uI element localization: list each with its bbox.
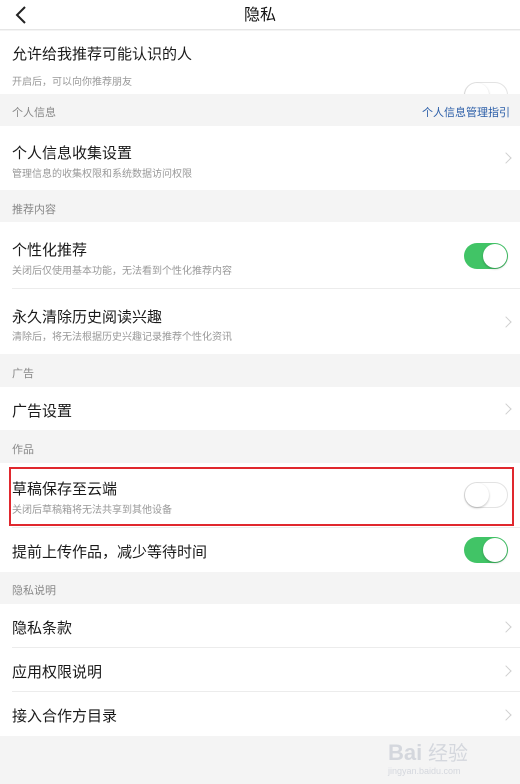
chevron-right-icon: [500, 709, 512, 721]
section-title: 推荐内容: [12, 203, 56, 216]
clear-history-row[interactable]: 永久清除历史阅读兴趣 清除后，将无法根据历史兴趣记录推荐个性化资讯: [0, 289, 520, 354]
chevron-right-icon: [500, 665, 512, 677]
section-works: 作品: [0, 430, 520, 463]
draft-cloud-toggle[interactable]: [464, 482, 508, 508]
section-ads: 广告: [0, 354, 520, 387]
recommend-people-desc: 开启后，可以向你推荐朋友: [12, 77, 132, 88]
clear-history-desc: 清除后，将无法根据历史兴趣记录推荐个性化资讯: [12, 332, 232, 343]
pre-upload-toggle[interactable]: [464, 537, 508, 563]
personalized-recommend-label: 个性化推荐: [12, 241, 88, 259]
svg-text:Bai: Bai: [388, 740, 422, 765]
draft-cloud-label: 草稿保存至云端: [12, 480, 118, 498]
privacy-terms-row[interactable]: 隐私条款: [0, 604, 520, 648]
personalized-recommend-toggle[interactable]: [464, 243, 508, 269]
pre-upload-row[interactable]: 提前上传作品，减少等待时间: [0, 528, 520, 572]
navigation-bar: 隐私: [0, 0, 520, 30]
partner-list-label: 接入合作方目录: [12, 707, 118, 725]
svg-text:经验: 经验: [428, 741, 468, 765]
personal-info-guide-link[interactable]: 个人信息管理指引: [422, 104, 510, 120]
section-title: 广告: [12, 367, 34, 380]
chevron-right-icon: [500, 403, 512, 415]
watermark-logo: Bai 经验 jingyan.baidu.com: [386, 734, 506, 778]
toggle-knob: [483, 538, 507, 562]
toggle-knob: [483, 244, 507, 268]
chevron-right-icon: [500, 316, 512, 328]
section-title: 作品: [12, 443, 34, 456]
personal-info-collect-label: 个人信息收集设置: [12, 144, 133, 162]
chevron-right-icon: [500, 621, 512, 633]
draft-cloud-row[interactable]: 草稿保存至云端 关闭后草稿箱将无法共享到其他设备: [0, 463, 520, 528]
chevron-right-icon: [500, 152, 512, 164]
draft-cloud-desc: 关闭后草稿箱将无法共享到其他设备: [12, 505, 172, 516]
toggle-knob: [465, 483, 489, 507]
svg-text:jingyan.baidu.com: jingyan.baidu.com: [387, 766, 461, 776]
pre-upload-label: 提前上传作品，减少等待时间: [12, 543, 208, 561]
ad-settings-label: 广告设置: [12, 402, 73, 420]
personalized-recommend-row[interactable]: 个性化推荐 关闭后仅使用基本功能，无法看到个性化推荐内容: [0, 222, 520, 289]
section-recommend-content: 推荐内容: [0, 190, 520, 222]
personal-info-collect-desc: 管理信息的收集权限和系统数据访问权限: [12, 169, 192, 180]
personal-info-collect-row[interactable]: 个人信息收集设置 管理信息的收集权限和系统数据访问权限: [0, 126, 520, 190]
section-title: 隐私说明: [12, 584, 56, 597]
page-title: 隐私: [243, 5, 276, 24]
personalized-recommend-desc: 关闭后仅使用基本功能，无法看到个性化推荐内容: [12, 266, 232, 277]
partner-list-row[interactable]: 接入合作方目录: [0, 692, 520, 736]
app-permissions-row[interactable]: 应用权限说明: [0, 648, 520, 692]
section-privacy-desc: 隐私说明: [0, 572, 520, 604]
app-permissions-label: 应用权限说明: [12, 663, 103, 681]
clear-history-label: 永久清除历史阅读兴趣: [12, 308, 163, 326]
ad-settings-row[interactable]: 广告设置: [0, 387, 520, 430]
section-title: 个人信息: [12, 106, 56, 119]
privacy-terms-label: 隐私条款: [12, 619, 73, 637]
section-personal-info: 个人信息 个人信息管理指引: [0, 94, 520, 126]
recommend-people-label: 允许给我推荐可能认识的人: [12, 45, 193, 63]
recommend-people-row[interactable]: 允许给我推荐可能认识的人 开启后，可以向你推荐朋友: [0, 31, 520, 108]
